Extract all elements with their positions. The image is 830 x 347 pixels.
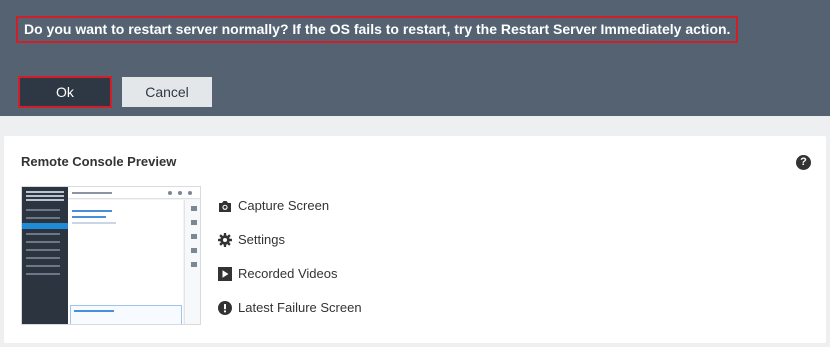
preview-logo [26, 191, 64, 201]
ok-button[interactable]: Ok [18, 76, 112, 108]
cancel-button[interactable]: Cancel [122, 77, 212, 107]
play-icon [218, 267, 232, 281]
alert-circle-icon [218, 301, 232, 315]
gear-icon [218, 233, 232, 247]
restart-confirm-dialog: Do you want to restart server normally? … [0, 0, 830, 116]
console-preview-thumbnail[interactable] [21, 186, 201, 325]
card-title: Remote Console Preview [21, 154, 177, 169]
help-icon[interactable]: ? [796, 155, 811, 170]
dialog-message: Do you want to restart server normally? … [16, 16, 739, 43]
remote-console-preview-card: Remote Console Preview ? Capture Screen … [4, 136, 826, 343]
preview-message-box [70, 305, 182, 324]
latest-failure-screen-label: Latest Failure Screen [238, 300, 362, 315]
camera-icon [219, 201, 231, 212]
settings-label: Settings [238, 232, 285, 247]
recorded-videos-label: Recorded Videos [238, 266, 338, 281]
preview-topbar [68, 187, 200, 199]
preview-toolbar [184, 200, 200, 324]
capture-screen-label: Capture Screen [238, 198, 330, 213]
preview-sidebar [22, 187, 68, 324]
